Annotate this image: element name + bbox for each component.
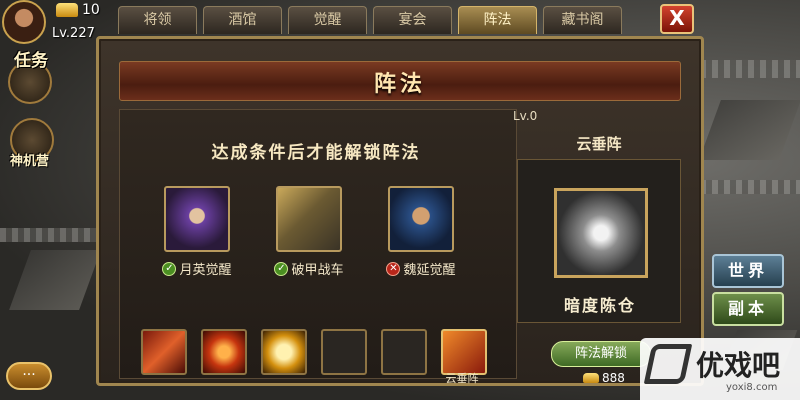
formation-level: Lv.0 bbox=[513, 109, 538, 123]
condition-label: 魏延觉醒 bbox=[403, 263, 456, 278]
tab-formation[interactable]: 阵法 bbox=[458, 6, 537, 34]
formation-display: 暗度陈仓 bbox=[517, 159, 681, 323]
selected-slot-label: 云垂阵 bbox=[445, 372, 479, 385]
gold-ingot-icon bbox=[583, 373, 599, 383]
condition-title: 达成条件后才能解锁阵法 bbox=[211, 143, 421, 163]
watermark-url: yoxi8.com bbox=[726, 382, 778, 393]
task-label: 任务 bbox=[14, 51, 48, 71]
tab-library[interactable]: 藏书阁 bbox=[543, 6, 622, 34]
tab-tavern[interactable]: 酒馆 bbox=[203, 6, 282, 34]
panel-title: 阵法 bbox=[373, 72, 426, 97]
golden-shield-icon[interactable] bbox=[261, 329, 307, 375]
formation-panel: 阵法 达成条件后才能解锁阵法 ✓ 月英觉醒 ✓ 破甲战车 ✕ 魏延觉醒 云垂阵 Lv.… bbox=[96, 36, 704, 386]
site-logo-icon bbox=[643, 344, 693, 384]
condition-label: 破甲战车 bbox=[291, 263, 344, 278]
panel-banner: 阵法 bbox=[119, 61, 681, 101]
close-button[interactable]: X bbox=[660, 4, 694, 34]
locked-chest-icon[interactable] bbox=[321, 329, 367, 375]
cross-icon: ✕ bbox=[386, 261, 401, 276]
locked-chest-icon[interactable] bbox=[381, 329, 427, 375]
condition-item[interactable]: ✕ 魏延觉醒 bbox=[380, 186, 462, 278]
check-icon: ✓ bbox=[162, 261, 177, 276]
check-icon: ✓ bbox=[274, 261, 289, 276]
condition-label: 月英觉醒 bbox=[179, 263, 232, 278]
gold-display: 10 bbox=[56, 2, 100, 18]
gold-ingot-icon bbox=[56, 3, 78, 17]
yueying-portrait bbox=[164, 186, 230, 252]
site-watermark: 优戏吧 yoxi8.com bbox=[640, 338, 800, 400]
cloud-formation-icon[interactable] bbox=[441, 329, 487, 375]
dungeon-button[interactable]: 副本 bbox=[712, 292, 784, 326]
formation-name: 云垂阵 bbox=[576, 135, 622, 153]
player-level: Lv.227 bbox=[52, 26, 95, 41]
watermark-text: 优戏吧 bbox=[696, 349, 781, 382]
claw-icon[interactable] bbox=[141, 329, 187, 375]
war-chariot-portrait bbox=[276, 186, 342, 252]
condition-item[interactable]: ✓ 月英觉醒 bbox=[156, 186, 238, 278]
gold-amount: 10 bbox=[82, 2, 100, 18]
unlock-formation-button[interactable]: 阵法解锁 bbox=[551, 341, 651, 367]
player-avatar[interactable] bbox=[2, 0, 46, 44]
weiyan-portrait bbox=[388, 186, 454, 252]
tab-banquet[interactable]: 宴会 bbox=[373, 6, 452, 34]
tab-awakening[interactable]: 觉醒 bbox=[288, 6, 367, 34]
formation-emblem-icon bbox=[554, 188, 648, 278]
tab-generals[interactable]: 将领 bbox=[118, 6, 197, 34]
chat-label: ··· bbox=[22, 367, 36, 383]
formation-skill-name: 暗度陈仓 bbox=[563, 296, 636, 315]
condition-item[interactable]: ✓ 破甲战车 bbox=[268, 186, 350, 278]
flame-ring-icon[interactable] bbox=[201, 329, 247, 375]
chat-button[interactable]: ··· bbox=[6, 362, 52, 390]
unlock-cost: 888 bbox=[583, 371, 625, 385]
tab-bar: 将领 酒馆 觉醒 宴会 阵法 藏书阁 bbox=[118, 6, 622, 34]
cost-amount: 888 bbox=[602, 371, 625, 385]
camp-label: 神机营 bbox=[10, 154, 50, 169]
world-button[interactable]: 世界 bbox=[712, 254, 784, 288]
